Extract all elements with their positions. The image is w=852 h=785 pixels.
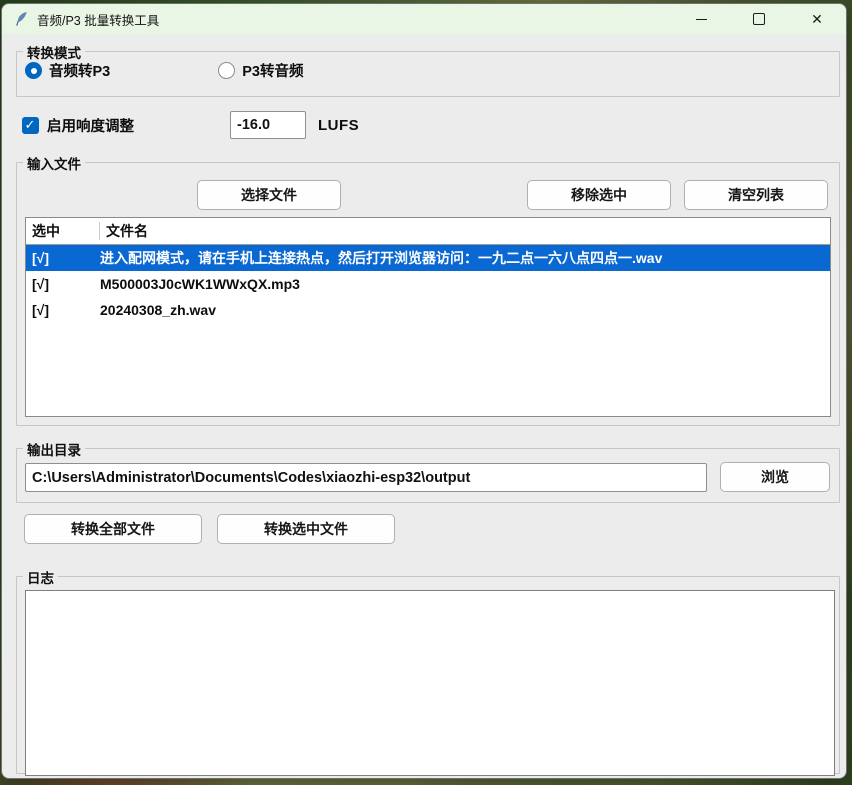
row-checked-mark: [√] [26,302,100,318]
row-filename: M500003J0cWK1WWxQX.mp3 [100,276,830,292]
table-row[interactable]: [√]M500003J0cWK1WWxQX.mp3 [26,271,830,297]
remove-selected-button[interactable]: 移除选中 [527,180,671,210]
browse-button[interactable]: 浏览 [720,462,830,492]
loudness-row: 启用响度调整 LUFS [22,110,359,140]
minimize-icon [696,19,707,20]
app-window: 音频/P3 批量转换工具 ✕ 转换模式 音频转P3 [1,3,847,779]
column-header-checked[interactable]: 选中 [26,222,100,240]
titlebar[interactable]: 音频/P3 批量转换工具 ✕ [2,4,846,34]
file-table-header: 选中 文件名 [26,218,830,245]
convert-selected-button[interactable]: 转换选中文件 [217,514,395,544]
maximize-icon [753,13,765,25]
loudness-checkbox[interactable] [22,117,39,134]
loudness-checkbox-label: 启用响度调整 [47,115,134,136]
log-group-label: 日志 [23,567,58,587]
maximize-button[interactable] [730,4,788,34]
loudness-value-input[interactable] [230,111,306,139]
row-filename: 20240308_zh.wav [100,302,830,318]
lufs-unit-label: LUFS [318,117,359,134]
desktop-wallpaper: 音频/P3 批量转换工具 ✕ 转换模式 音频转P3 [0,0,852,785]
output-directory-group: 输出目录 浏览 [16,448,840,503]
clear-list-button[interactable]: 清空列表 [684,180,828,210]
table-row[interactable]: [√]进入配网模式，请在手机上连接热点，然后打开浏览器访问：一九二点一六八点四点… [26,245,830,271]
close-button[interactable]: ✕ [788,4,846,34]
python-app-icon [13,11,30,28]
select-files-button[interactable]: 选择文件 [197,180,341,210]
row-filename: 进入配网模式，请在手机上连接热点，然后打开浏览器访问：一九二点一六八点四点一.w… [100,248,830,268]
conversion-mode-group-label: 转换模式 [23,42,85,62]
output-directory-group-label: 输出目录 [23,439,85,459]
window-title: 音频/P3 批量转换工具 [37,10,159,29]
radio-unselected-icon [218,62,235,79]
minimize-button[interactable] [672,4,730,34]
file-table: 选中 文件名 [√]进入配网模式，请在手机上连接热点，然后打开浏览器访问：一九二… [25,217,831,417]
column-header-filename[interactable]: 文件名 [100,221,830,241]
log-group: 日志 [16,576,840,774]
conversion-mode-group: 转换模式 音频转P3 P3转音频 [16,51,840,97]
file-table-body: [√]进入配网模式，请在手机上连接热点，然后打开浏览器访问：一九二点一六八点四点… [26,245,830,323]
radio-p3-to-audio-label: P3转音频 [242,60,303,81]
table-row[interactable]: [√]20240308_zh.wav [26,297,830,323]
close-icon: ✕ [811,12,823,26]
radio-audio-to-p3[interactable]: 音频转P3 [25,60,110,81]
caption-buttons: ✕ [672,4,846,34]
conversion-mode-options: 音频转P3 P3转音频 [25,60,304,81]
convert-actions-row: 转换全部文件 转换选中文件 [24,514,395,544]
input-files-group: 输入文件 选择文件 移除选中 清空列表 选中 文件名 [√]进入配网模式，请在手… [16,162,840,426]
output-path-input[interactable] [25,463,707,492]
radio-audio-to-p3-label: 音频转P3 [49,60,110,81]
row-checked-mark: [√] [26,250,100,266]
log-textarea[interactable] [25,590,835,776]
convert-all-button[interactable]: 转换全部文件 [24,514,202,544]
radio-selected-icon [25,62,42,79]
row-checked-mark: [√] [26,276,100,292]
radio-p3-to-audio[interactable]: P3转音频 [218,60,303,81]
input-files-group-label: 输入文件 [23,153,85,173]
